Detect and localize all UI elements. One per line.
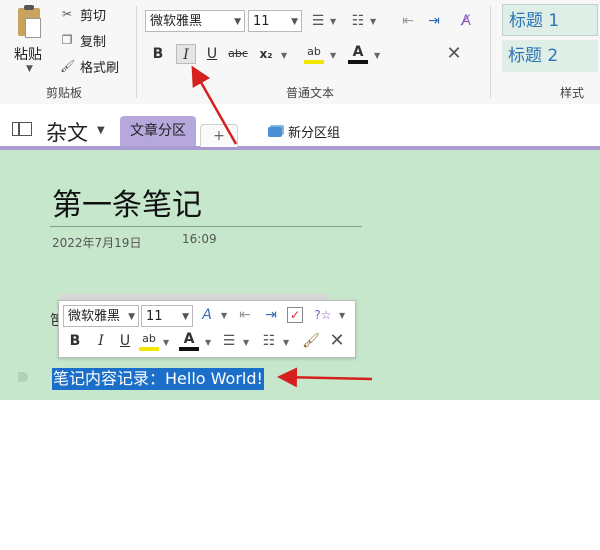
annotation-arrow-text bbox=[277, 367, 373, 388]
annotation-arrow-italic bbox=[191, 65, 238, 145]
watermark-logo: Bai 经验 bbox=[452, 488, 560, 518]
annotation-arrows bbox=[191, 65, 373, 388]
watermark-url: jingyan.baidu.com bbox=[482, 524, 584, 537]
watermark: Bai 经验 jingyan.baidu.com bbox=[452, 478, 600, 550]
